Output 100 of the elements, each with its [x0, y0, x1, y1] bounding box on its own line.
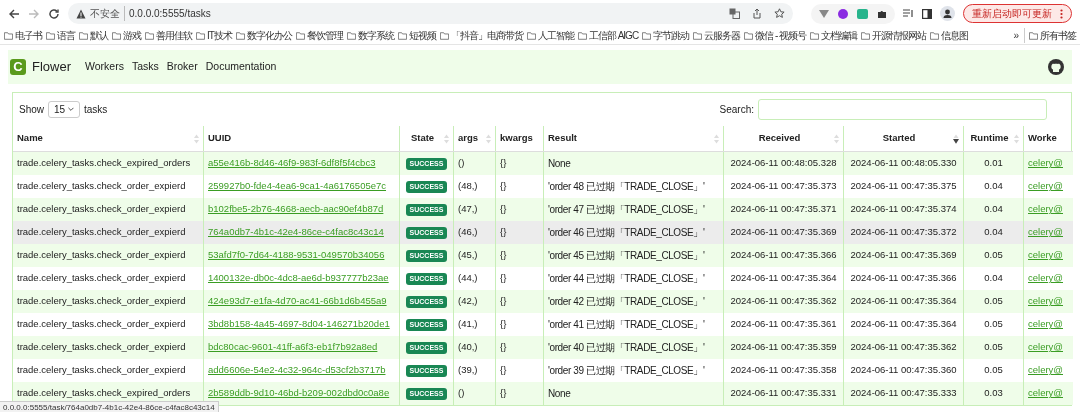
kwargs-cell: {}: [500, 156, 507, 171]
bookmark-item[interactable]: 信息图: [941, 28, 968, 43]
started-cell: 2024-06-11 00:47:35.372: [850, 225, 957, 240]
bookmark-item[interactable]: 默认: [90, 28, 108, 43]
runtime-cell: 0.05: [984, 363, 1003, 378]
result-cell-text: 'order 47 已过期「TRADE_CLOSE」': [548, 203, 705, 217]
bookmark-item[interactable]: 电子书: [15, 28, 42, 43]
started-cell: 2024-06-11 00:47:35.362: [850, 340, 957, 355]
back-icon[interactable]: [8, 7, 20, 20]
folder-icon: [196, 31, 205, 40]
bookmark-item[interactable]: 文档编辑: [821, 28, 857, 43]
runtime-cell: 0.05: [984, 340, 1003, 355]
worker-link[interactable]: celery@: [1028, 386, 1063, 401]
bookmark-item[interactable]: 游戏: [123, 28, 141, 43]
worker-link[interactable]: celery@: [1028, 340, 1063, 355]
runtime-cell: 0.03: [984, 386, 1003, 401]
extension-icon[interactable]: [838, 8, 848, 19]
bookmark-item[interactable]: 工信部 AIGC: [588, 28, 639, 43]
folder-icon: [295, 31, 305, 40]
worker-link[interactable]: celery@: [1028, 271, 1063, 286]
runtime-cell: 0.05: [984, 248, 1003, 263]
started-cell: 2024-06-11 00:47:35.366: [850, 271, 957, 286]
column-header[interactable]: Worke: [1023, 126, 1073, 151]
args-cell: (40,): [458, 340, 478, 355]
bookmark-item[interactable]: 微信 - 视频号: [755, 28, 806, 43]
page-size-select[interactable]: 15: [48, 101, 80, 118]
folder-icon: [930, 31, 939, 40]
worker-link[interactable]: celery@: [1028, 179, 1063, 194]
worker-link[interactable]: celery@: [1028, 317, 1063, 332]
column-header[interactable]: State: [399, 126, 453, 151]
task-name-cell-text: trade.celery_tasks.check_expired_orders: [16, 386, 192, 401]
bookmark-item[interactable]: 所有书签: [1040, 28, 1076, 43]
bookmark-item[interactable]: 开源情报网站: [872, 28, 926, 43]
uuid-link[interactable]: 2b589ddb-9d10-46bd-b209-002dbd0c0a8e: [208, 386, 390, 401]
worker-link[interactable]: celery@: [1028, 363, 1063, 378]
address-bar[interactable]: 不安全 0.0.0.0:5555/tasks: [68, 3, 793, 24]
column-header[interactable]: Started: [843, 126, 963, 151]
worker-link[interactable]: celery@: [1028, 156, 1063, 171]
uuid-link[interactable]: a55e416b-8d46-46f9-983f-6df8f5f4cbc3: [208, 156, 376, 171]
share-icon[interactable]: [752, 8, 762, 19]
column-header[interactable]: args: [453, 126, 495, 151]
star-icon[interactable]: [774, 8, 785, 19]
reload-icon[interactable]: [48, 7, 60, 20]
bookmark-item[interactable]: 数字化办公: [246, 28, 292, 43]
bookmark-item[interactable]: 「抖音」电商带货: [450, 28, 523, 43]
uuid-link[interactable]: 1400132e-db0c-4dc8-ae6d-b937777b23ae: [208, 271, 389, 286]
column-header[interactable]: UUID: [203, 126, 399, 151]
uuid-link[interactable]: bdc80cac-9601-41ff-a6f3-eb1f7b92a8ed: [208, 340, 378, 355]
result-cell-text: 'order 42 已过期「TRADE_CLOSE」': [548, 295, 705, 309]
received-cell: 2024-06-11 00:48:05.328: [730, 156, 837, 171]
args-cell: (44,): [458, 271, 478, 286]
bookmark-item[interactable]: IT技术: [207, 28, 232, 43]
side-panel-icon[interactable]: [922, 8, 932, 19]
nav-link[interactable]: Workers: [85, 59, 124, 75]
github-icon[interactable]: [1048, 59, 1064, 75]
bookmark-item[interactable]: 善用佳软: [156, 28, 192, 43]
playlist-icon[interactable]: [903, 8, 914, 19]
worker-link[interactable]: celery@: [1028, 294, 1063, 309]
received-cell: 2024-06-11 00:47:35.358: [730, 363, 837, 378]
more-bookmarks-button[interactable]: »: [1013, 28, 1025, 43]
bookmark-item[interactable]: 语言: [57, 28, 75, 43]
task-name-cell-text: trade.celery_tasks.check_order_expierd: [16, 179, 187, 194]
profile-icon[interactable]: [940, 6, 955, 21]
args-cell: (46,): [458, 225, 478, 240]
worker-link[interactable]: celery@: [1028, 202, 1063, 217]
uuid-link[interactable]: 3bd8b158-4a45-4697-8d04-146271b20de1: [208, 317, 390, 332]
column-header[interactable]: Name: [13, 126, 203, 151]
nav-link[interactable]: Tasks: [131, 59, 159, 75]
bookmark-item[interactable]: 短视频: [408, 28, 436, 43]
column-header[interactable]: Runtime: [963, 126, 1023, 151]
column-header[interactable]: Result: [543, 126, 723, 151]
task-name-cell-text: trade.celery_tasks.check_order_expierd: [16, 271, 187, 286]
brand-link[interactable]: Flower: [32, 57, 71, 77]
folder-icon: [693, 31, 703, 40]
started-cell: 2024-06-11 00:47:35.364: [850, 317, 957, 332]
bookmark-item[interactable]: 数字系统: [357, 28, 394, 43]
bookmark-item[interactable]: 字节跳动: [653, 28, 690, 43]
bookmark-item[interactable]: 餐饮管理: [306, 28, 343, 43]
translate-icon[interactable]: [729, 8, 740, 19]
received-cell: 2024-06-11 00:47:35.369: [730, 225, 837, 240]
result-cell-text: 'order 48 已过期「TRADE_CLOSE」': [548, 180, 705, 194]
worker-link[interactable]: celery@: [1028, 248, 1063, 263]
sort-icon: [444, 133, 449, 144]
bookmark-item[interactable]: 云服务器: [704, 28, 741, 43]
args-cell: (47,): [458, 202, 478, 217]
update-button[interactable]: 重新启动即可更新: [963, 4, 1072, 23]
caret-icon: [68, 107, 74, 112]
bookmark-item[interactable]: 人工智能: [537, 28, 574, 43]
folder-icon: [577, 31, 587, 40]
task-name-cell-text: trade.celery_tasks.check_order_expierd: [16, 248, 187, 263]
search-field[interactable]: [758, 99, 1047, 120]
column-header[interactable]: kwargs: [495, 126, 543, 151]
column-header[interactable]: Received: [723, 126, 843, 151]
sort-icon: [486, 133, 491, 144]
args-cell: (): [458, 156, 465, 171]
nav-link[interactable]: Broker: [166, 59, 198, 75]
started-cell: 2024-06-11 00:47:35.369: [850, 248, 957, 263]
uuid-link[interactable]: 259927b0-fde4-4ea6-9ca1-4a6176505e7c: [208, 179, 386, 194]
uuid-link[interactable]: add6606e-54e2-4c32-964c-d53cf2b3717b: [208, 363, 386, 378]
nav-link[interactable]: Documentation: [205, 59, 277, 75]
